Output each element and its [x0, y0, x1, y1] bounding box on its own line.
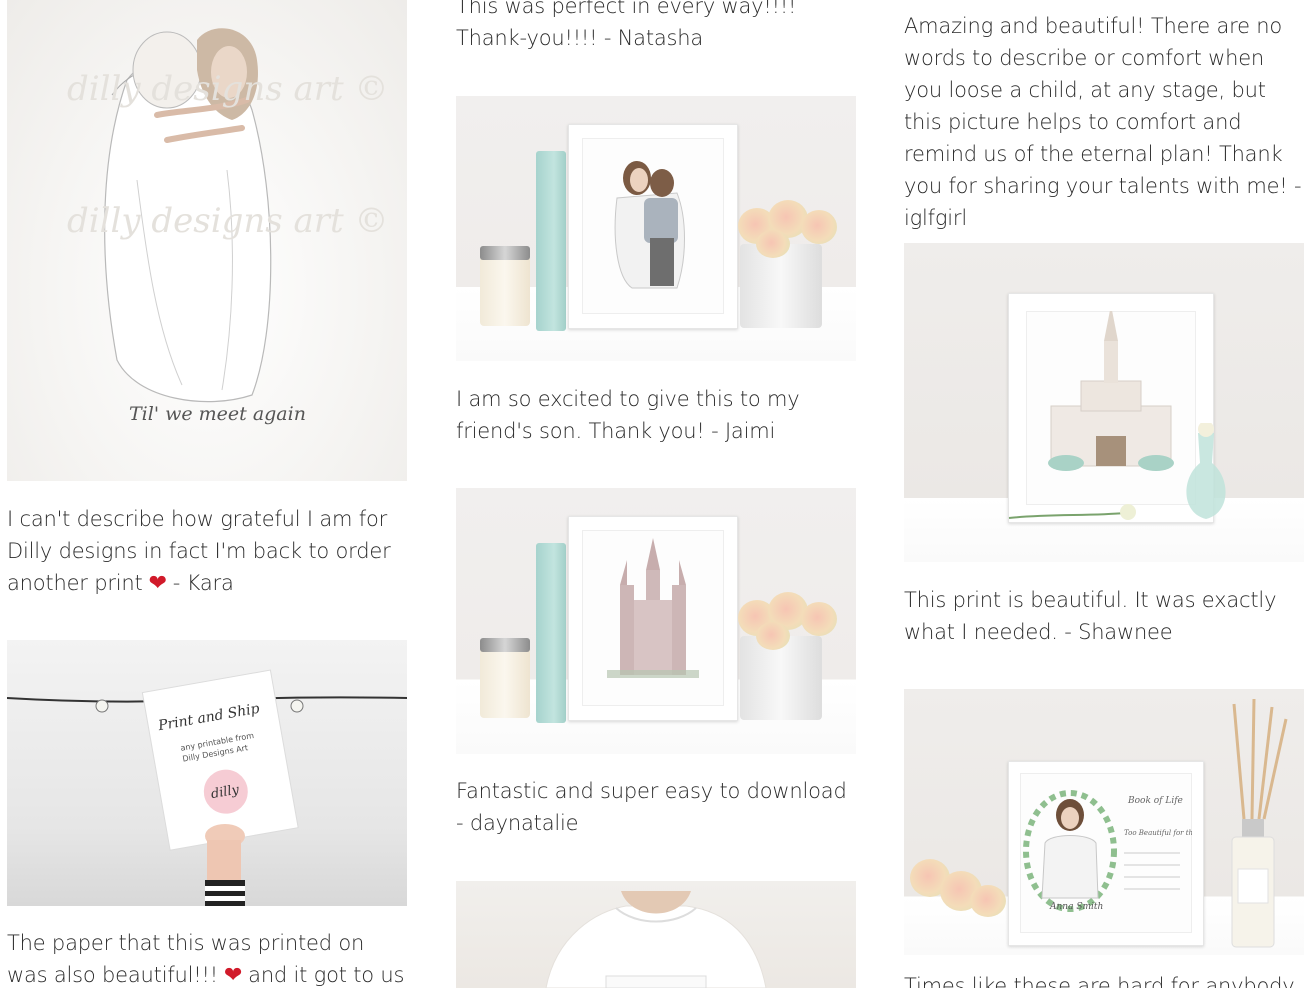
testimonial-caption: The paper that this was printed on was a… [7, 927, 407, 988]
embrace-illustration: dilly designs art © dilly designs art © … [67, 28, 389, 425]
testimonial-image-book-of-life[interactable]: Anna Smith Book of Life Too Beautiful fo… [904, 689, 1304, 955]
testimonial-caption: I am so excited to give this to my frien… [456, 387, 800, 443]
print-and-ship-illustration: Print and Ship any printable from Dilly … [7, 669, 407, 906]
heart-icon: ❤ [223, 963, 243, 988]
testimonial-caption: This print is beautiful. It was exactly … [904, 588, 1277, 644]
book-of-life-print-illustration: Anna Smith Book of Life Too Beautiful fo… [1023, 790, 1192, 912]
testimonial-image-print-and-ship[interactable]: Print and Ship any printable from Dilly … [7, 640, 407, 906]
reed-diffuser-illustration [1231, 699, 1288, 948]
svg-text:dilly designs art ©: dilly designs art © [67, 201, 389, 241]
temple-vase-print-illustration [1048, 311, 1174, 471]
svg-text:Too Beautiful for this Earth: Too Beautiful for this Earth [1124, 829, 1192, 837]
flower-stem-illustration [1008, 504, 1136, 520]
testimonial-image-holding-frame[interactable] [456, 881, 856, 988]
testimonial-caption: This was perfect in every way!!!! Thank-… [456, 0, 797, 50]
testimonial-image-embrace-frame[interactable] [456, 96, 856, 361]
svg-text:Book of Life: Book of Life [1127, 796, 1183, 806]
person-holding-frame-illustration [545, 891, 767, 988]
testimonial-caption: I can't describe how grateful I am for D… [7, 503, 407, 600]
heart-icon: ❤ [148, 571, 167, 596]
print-script-text: Til' we meet again [129, 403, 306, 425]
embrace-print-illustration [614, 161, 685, 289]
svg-text:dilly designs art ©: dilly designs art © [67, 69, 389, 109]
testimonial-caption: Amazing and beautiful! There are no word… [904, 14, 1302, 230]
vase-illustration [1186, 423, 1226, 519]
testimonial-caption: Fantastic and super easy to download - d… [456, 779, 847, 835]
testimonial-image-temple-frame[interactable] [456, 488, 856, 754]
testimonial-image-temple-vase[interactable] [904, 243, 1304, 562]
testimonial-image-meet-again[interactable]: dilly designs art © dilly designs art © … [7, 0, 407, 481]
svg-text:Anna Smith: Anna Smith [1049, 902, 1103, 912]
temple-print-illustration [607, 538, 699, 678]
testimonial-caption: Times like these are hard for anybody [904, 974, 1295, 988]
